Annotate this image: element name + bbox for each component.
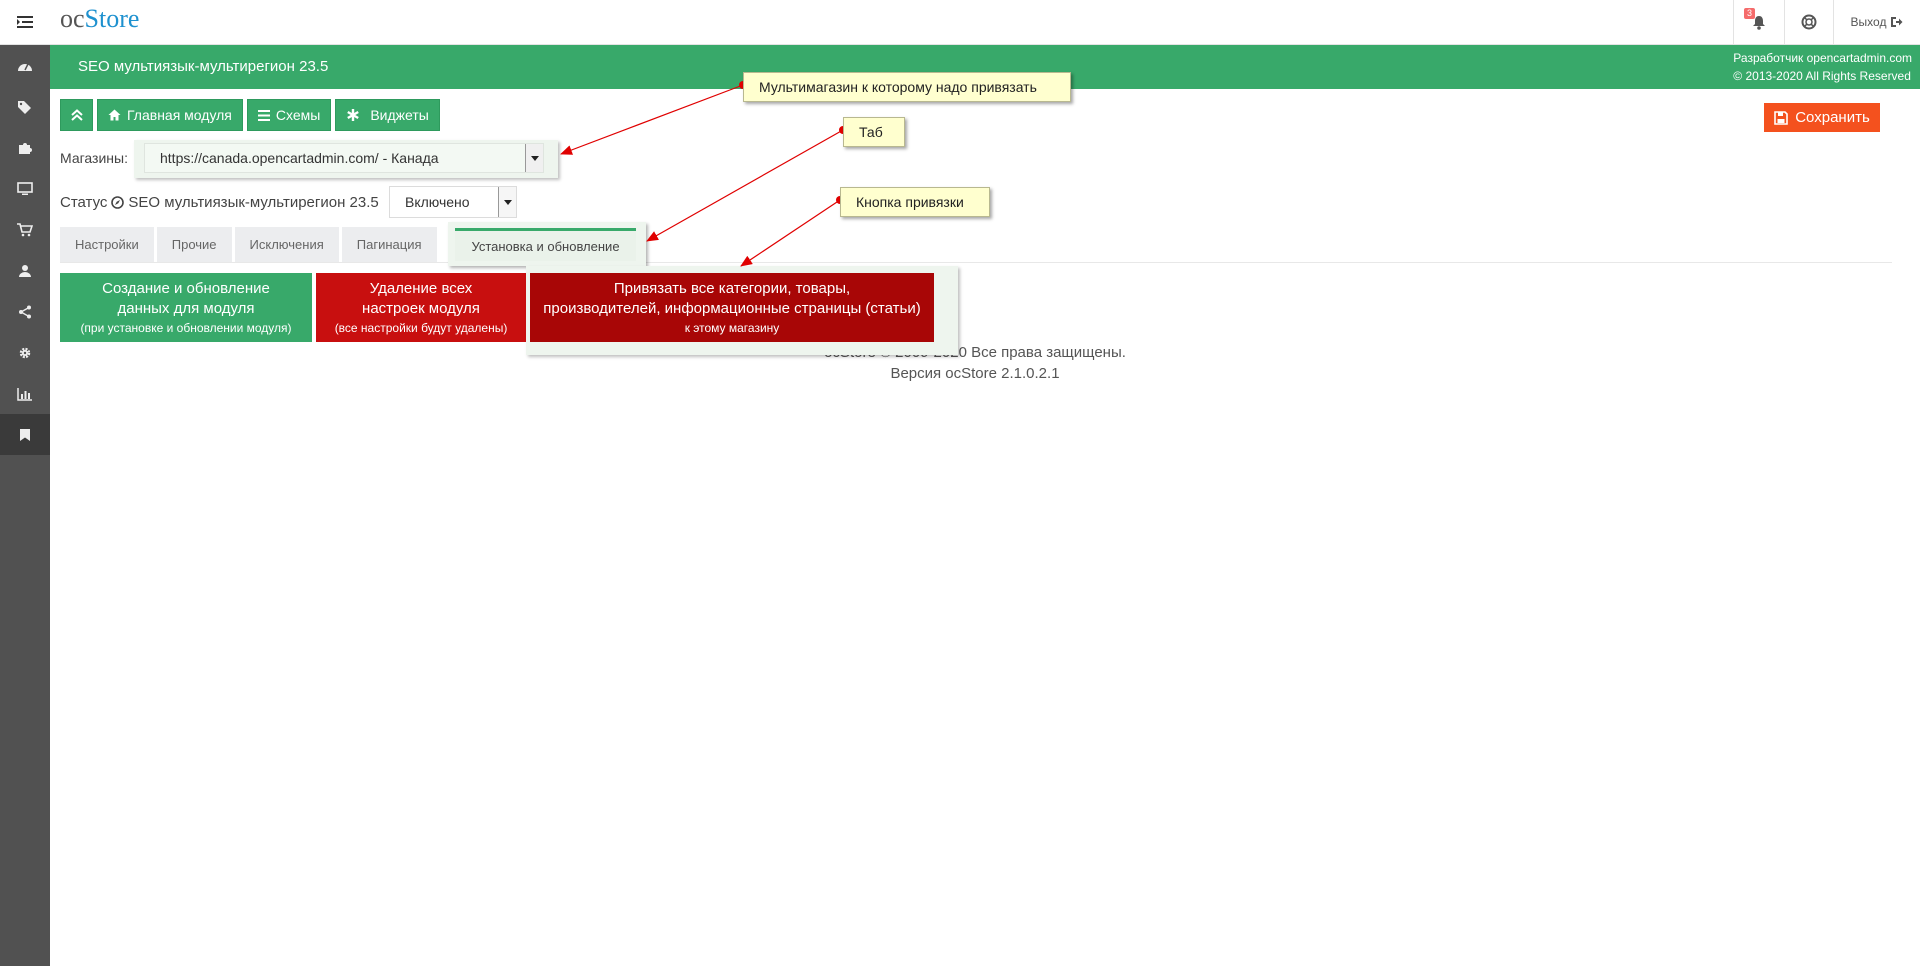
notifications-button[interactable]: 3 bbox=[1733, 0, 1784, 44]
footer-version: Версия ocStore 2.1.0.2.1 bbox=[890, 365, 1060, 382]
sidebar-item-customers[interactable] bbox=[0, 250, 50, 291]
main-module-button[interactable]: Главная модуля bbox=[97, 99, 243, 131]
floppy-icon bbox=[1774, 110, 1789, 125]
status-select-value: Включено bbox=[405, 194, 470, 210]
user-icon bbox=[19, 264, 31, 277]
status-label: Статус SEO мультиязык-мультирегион 23.5 bbox=[60, 194, 379, 211]
tab-install-update[interactable]: Установка и обновление bbox=[455, 228, 636, 261]
tab-bar: Настройки Прочие Исключения Пагинация bbox=[60, 227, 437, 262]
create-update-data-button[interactable]: Создание и обновление данных для модуля … bbox=[60, 273, 312, 342]
tab-divider bbox=[60, 262, 1892, 263]
save-label: Сохранить bbox=[1795, 109, 1870, 126]
annotation-tab: Таб bbox=[843, 117, 905, 147]
chevron-down-icon[interactable] bbox=[498, 187, 516, 217]
bind-to-store-button[interactable]: Привязать все категории, товары, произво… bbox=[530, 273, 934, 342]
notification-badge: 3 bbox=[1744, 8, 1756, 19]
sign-out-icon bbox=[1891, 17, 1903, 27]
double-chevron-up-icon bbox=[70, 109, 83, 121]
cart-icon bbox=[17, 222, 33, 236]
collapse-button[interactable] bbox=[60, 99, 93, 131]
chevron-down-icon[interactable] bbox=[525, 144, 543, 172]
tab-exclusions[interactable]: Исключения bbox=[234, 227, 339, 262]
store-select-value: https://canada.opencartadmin.com/ - Кана… bbox=[160, 150, 439, 166]
footer: ocStore © 2009-2020 Все права защищены. … bbox=[50, 342, 1900, 384]
sidebar-item-catalog[interactable] bbox=[0, 86, 50, 127]
logout-label: Выход bbox=[1850, 15, 1887, 29]
sidebar-item-system[interactable] bbox=[0, 332, 50, 373]
logout-button[interactable]: Выход bbox=[1833, 0, 1920, 44]
top-bar: ocStore 3 Выход bbox=[0, 0, 1920, 45]
sidebar-item-sales[interactable] bbox=[0, 209, 50, 250]
developer-info: Разработчик opencartadmin.com © 2013-202… bbox=[1733, 49, 1912, 85]
developer-link[interactable]: Разработчик opencartadmin.com bbox=[1733, 49, 1912, 67]
schemes-button[interactable]: Схемы bbox=[246, 99, 332, 131]
menu-toggle-icon[interactable] bbox=[0, 0, 50, 44]
sidebar-item-seo[interactable] bbox=[0, 414, 50, 455]
annotation-store: Мультимагазин к которому надо привязать bbox=[743, 72, 1071, 102]
main-module-label: Главная модуля bbox=[127, 107, 232, 123]
stores-label: Магазины: bbox=[60, 150, 128, 166]
sidebar-item-design[interactable] bbox=[0, 168, 50, 209]
tags-icon bbox=[18, 100, 31, 114]
sidebar-item-marketing[interactable] bbox=[0, 291, 50, 332]
list-icon bbox=[257, 109, 270, 121]
lifebuoy-icon bbox=[1801, 14, 1817, 30]
save-button[interactable]: Сохранить bbox=[1764, 103, 1880, 132]
footer-copyright: ocStore © 2009-2020 Все права защищены. bbox=[824, 344, 1126, 361]
logo[interactable]: ocStore bbox=[60, 4, 139, 34]
gear-icon bbox=[19, 347, 31, 358]
sidebar-item-dashboard[interactable] bbox=[0, 45, 50, 86]
tab-highlight: Установка и обновление bbox=[448, 222, 646, 266]
asterisk-icon bbox=[347, 109, 360, 121]
monitor-icon bbox=[17, 181, 33, 195]
arrow-tab bbox=[646, 129, 844, 242]
page-title: SEO мультиязык-мультирегион 23.5 bbox=[78, 58, 329, 75]
tab-settings[interactable]: Настройки bbox=[60, 227, 154, 262]
help-button[interactable] bbox=[1784, 0, 1833, 44]
puzzle-icon bbox=[19, 142, 32, 154]
dashboard-icon bbox=[18, 63, 32, 71]
arrow-store bbox=[560, 84, 744, 155]
delete-settings-button[interactable]: Удаление всех настроек модуля (все настр… bbox=[316, 273, 526, 342]
widgets-button[interactable]: Виджеты bbox=[335, 99, 440, 131]
share-icon bbox=[19, 305, 31, 318]
store-select[interactable]: https://canada.opencartadmin.com/ - Кана… bbox=[144, 143, 544, 173]
sidebar-item-reports[interactable] bbox=[0, 373, 50, 414]
sidebar bbox=[0, 45, 50, 966]
widgets-label: Виджеты bbox=[370, 107, 429, 123]
copyright-text: © 2013-2020 All Rights Reserved bbox=[1733, 69, 1911, 83]
arrow-bind bbox=[740, 199, 841, 267]
schemes-label: Схемы bbox=[275, 107, 321, 123]
status-select[interactable]: Включено bbox=[389, 186, 517, 218]
module-toolbar: Главная модуля Схемы Виджеты bbox=[60, 99, 440, 131]
bar-chart-icon bbox=[17, 387, 32, 401]
home-icon bbox=[108, 109, 121, 121]
tab-other[interactable]: Прочие bbox=[156, 227, 232, 262]
bookmark-icon bbox=[20, 428, 30, 441]
tab-pagination[interactable]: Пагинация bbox=[341, 227, 437, 262]
annotation-bind: Кнопка привязки bbox=[840, 187, 990, 217]
sidebar-item-extensions[interactable] bbox=[0, 127, 50, 168]
store-select-highlight: https://canada.opencartadmin.com/ - Кана… bbox=[134, 140, 558, 178]
compass-icon bbox=[111, 196, 125, 209]
